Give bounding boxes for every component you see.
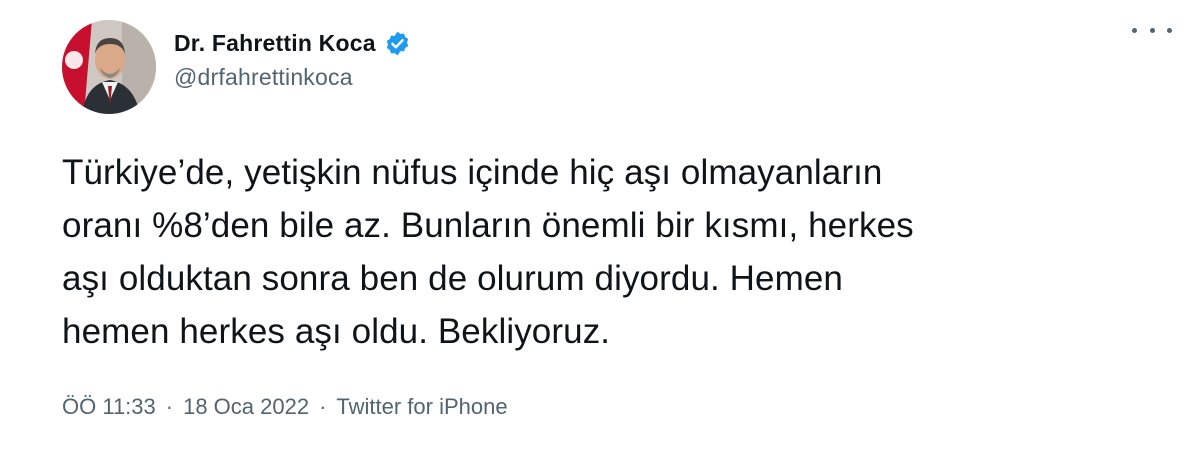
tweet-date[interactable]: 18 Oca 2022 xyxy=(183,394,309,420)
avatar-image xyxy=(62,20,156,114)
more-icon[interactable] xyxy=(1132,20,1172,40)
more-dot xyxy=(1167,27,1172,33)
meta-separator: · xyxy=(319,394,327,419)
tweet-time[interactable]: ÖÖ 11:33 xyxy=(62,394,156,420)
tweet-header: Dr. Fahrettin Koca @drfahrettinkoca xyxy=(62,20,1170,116)
author-info: Dr. Fahrettin Koca @drfahrettinkoca xyxy=(174,26,411,91)
more-dot xyxy=(1149,27,1155,33)
tweet-card: Dr. Fahrettin Koca @drfahrettinkoca Türk… xyxy=(0,0,1200,450)
avatar[interactable] xyxy=(62,20,156,114)
tweet-meta: ÖÖ 11:33 · 18 Oca 2022 · Twitter for iPh… xyxy=(62,394,508,420)
handle[interactable]: @drfahrettinkoca xyxy=(174,64,411,91)
verified-badge-icon xyxy=(384,30,411,57)
meta-separator: · xyxy=(165,394,174,419)
tweet-text: Türkiye’de, yetişkin nüfus içinde hiç aş… xyxy=(62,153,914,351)
tweet-source[interactable]: Twitter for iPhone xyxy=(336,394,507,420)
more-dot xyxy=(1132,27,1137,33)
display-name-row: Dr. Fahrettin Koca xyxy=(174,26,411,60)
display-name[interactable]: Dr. Fahrettin Koca xyxy=(174,30,376,57)
